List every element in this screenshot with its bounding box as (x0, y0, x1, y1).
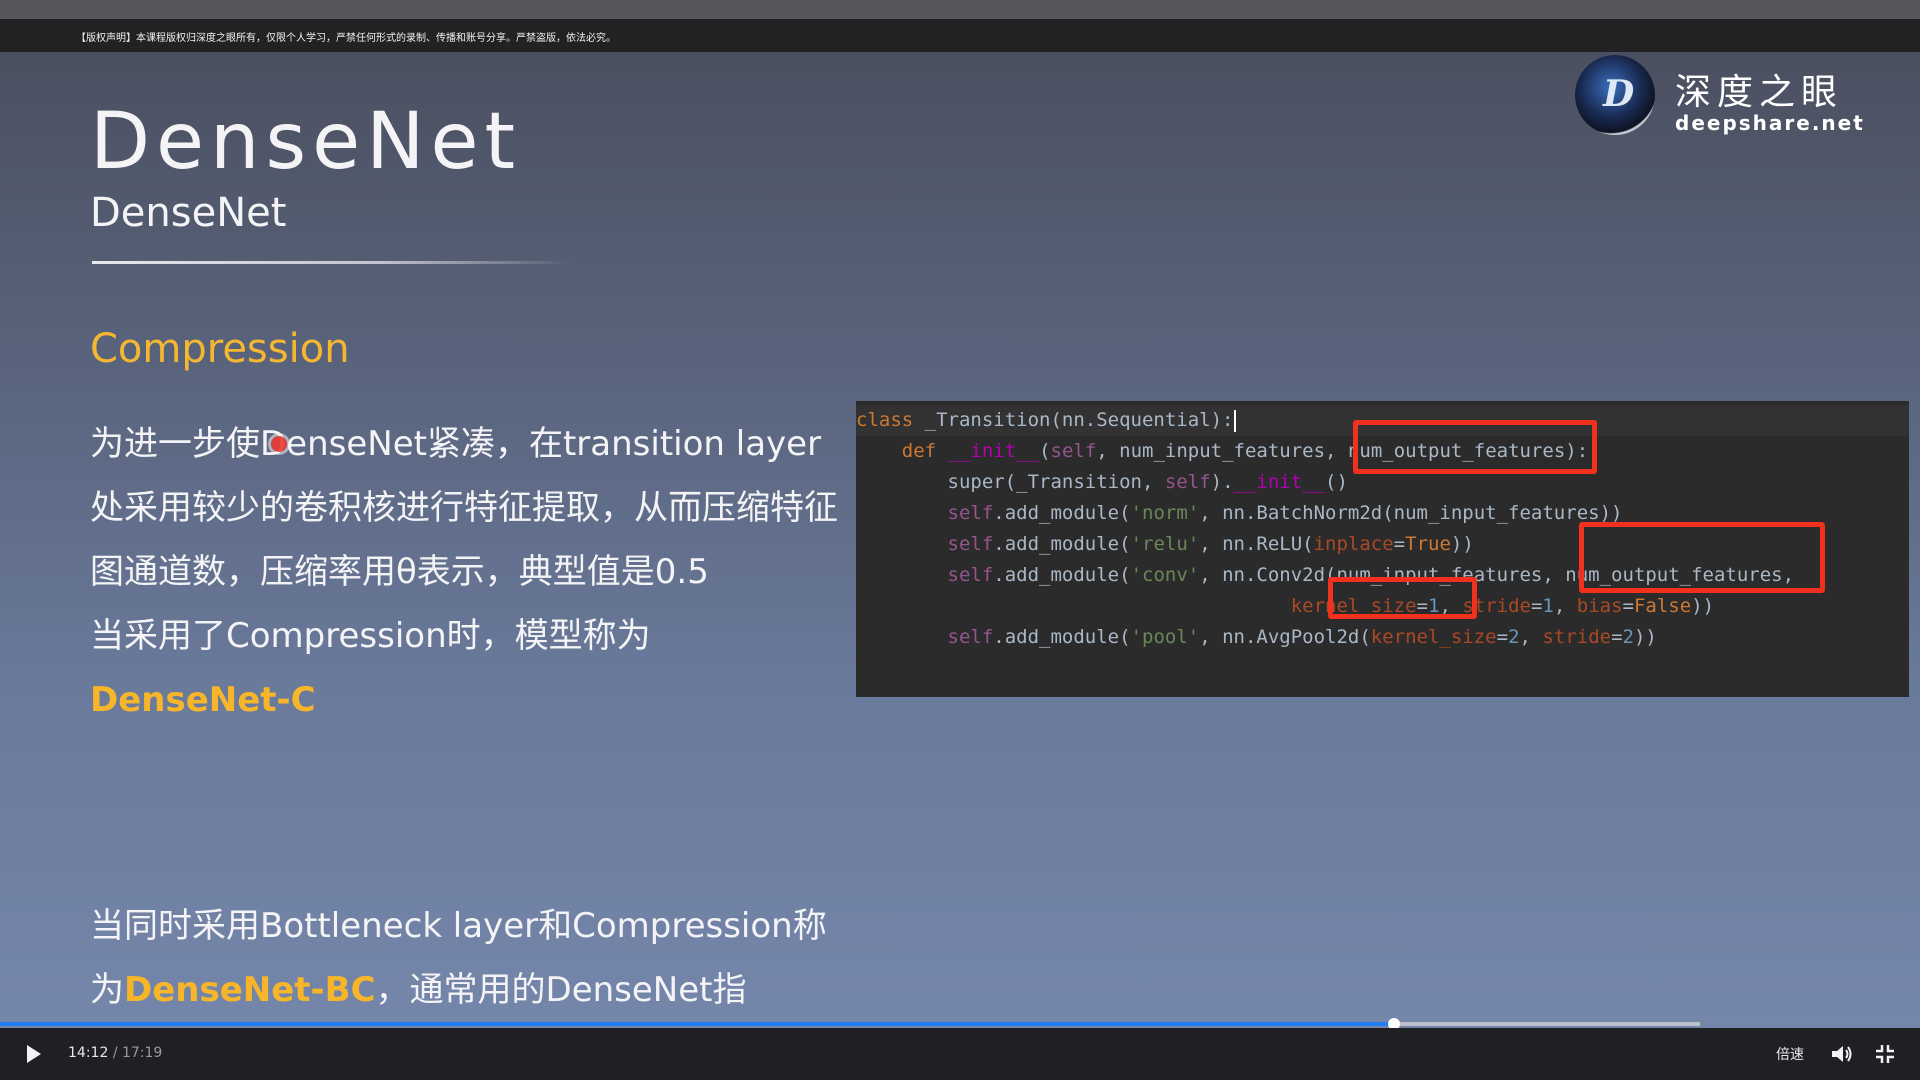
volume-button[interactable] (1830, 1043, 1854, 1065)
code-line-3: super(_Transition, self).__init__() (947, 471, 1348, 493)
code-line-7: kernel_size=1, stride=1, bias=False)) (1290, 595, 1715, 617)
progress-bar[interactable] (0, 1018, 1700, 1030)
video-player: 【版权声明】本课程版权归深度之眼所有，仅限个人学习，严禁任何形式的录制、传播和账… (0, 0, 1920, 1080)
exit-fullscreen-button[interactable] (1874, 1043, 1896, 1065)
copyright-notice-bar: 【版权声明】本课程版权归深度之眼所有，仅限个人学习，严禁任何形式的录制、传播和账… (0, 19, 1920, 52)
playback-speed-button[interactable]: 倍速 (1776, 1044, 1804, 1064)
compression-description: 为进一步使DenseNet紧凑，在transition layer处采用较少的卷… (90, 424, 838, 592)
slide-subtitle: DenseNet (90, 190, 287, 236)
code-screenshot: class _Transition(nn.Sequential): def __… (856, 401, 1909, 697)
play-icon (27, 1045, 41, 1063)
play-button[interactable] (24, 1043, 44, 1065)
time-separator: / (112, 1045, 118, 1061)
code-line-4: self.add_module('norm', nn.BatchNorm2d(n… (947, 502, 1623, 524)
deepshare-logo: D 深度之眼 deepshare.net (1575, 55, 1895, 145)
copyright-notice: 【版权声明】本课程版权归深度之眼所有，仅限个人学习，严禁任何形式的录制、传播和账… (76, 33, 616, 44)
densenet-c-label: DenseNet-C (90, 680, 316, 720)
logo-emblem-icon: D (1575, 55, 1655, 135)
compression-model-text: 当采用了Compression时，模型称为 (90, 616, 651, 656)
current-time: 14:12 (68, 1045, 109, 1061)
highlight-box-conv-output-features (1579, 522, 1825, 593)
player-control-bar: 14:12 / 17:19 倍速 (0, 1028, 1920, 1080)
time-display: 14:12 / 17:19 (68, 1045, 162, 1061)
section-heading: Compression (90, 326, 350, 372)
logo-name-cn: 深度之眼 (1675, 72, 1844, 113)
video-frame-slide[interactable]: DenseNet DenseNet D 深度之眼 deepshare.net C… (0, 52, 1920, 1028)
exit-fullscreen-icon (1876, 1045, 1894, 1063)
duration: 17:19 (121, 1045, 163, 1061)
text-caret (1233, 409, 1236, 432)
densenet-bc-paragraph: 当同时采用Bottleneck layer和Compression称为Dense… (90, 894, 840, 1028)
code-line-5: self.add_module('relu', nn.ReLU(inplace=… (947, 533, 1474, 555)
mouse-cursor-indicator (271, 436, 287, 452)
code-line-8: self.add_module('pool', nn.AvgPool2d(ker… (947, 626, 1657, 648)
title-divider (92, 261, 572, 264)
progress-played (0, 1022, 1394, 1026)
compression-paragraph: 为进一步使DenseNet紧凑，在transition layer处采用较少的卷… (90, 412, 840, 732)
densenet-bc-label: DenseNet-BC (124, 970, 376, 1010)
browser-top-strip (0, 0, 1920, 19)
slide-title: DenseNet (90, 97, 522, 187)
compression-model-line: 当采用了Compression时，模型称为 (90, 604, 840, 668)
highlight-box-init-output-features (1353, 420, 1597, 474)
highlight-box-kernel-size (1328, 577, 1477, 619)
logo-name-en: deepshare.net (1675, 111, 1865, 135)
speaker-icon (1832, 1046, 1852, 1062)
logo-emblem-letter: D (1603, 73, 1635, 115)
